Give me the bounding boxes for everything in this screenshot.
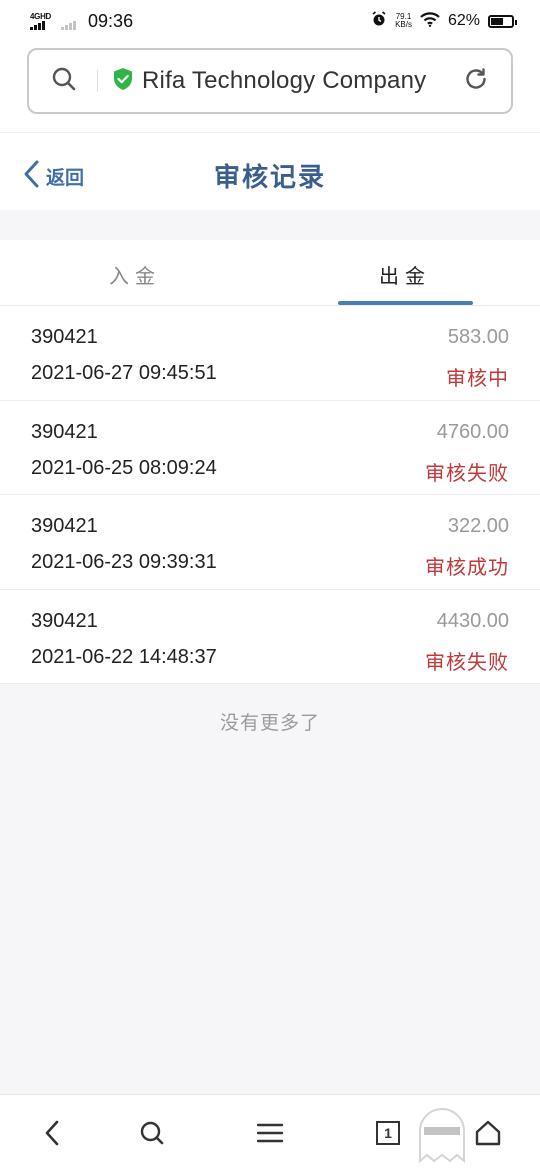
speed-unit: KB/s — [395, 20, 412, 29]
net-speed: 79.1 KB/s — [395, 13, 412, 29]
browser-bottom-nav: 1 — [0, 1094, 540, 1170]
alarm-icon — [371, 10, 387, 32]
back-icon[interactable] — [34, 1115, 70, 1151]
datetime: 2021-06-27 09:45:51 — [31, 362, 217, 384]
tab-deposit[interactable]: 入金 — [0, 240, 270, 305]
amount: 583.00 — [447, 326, 509, 348]
wifi-icon — [420, 11, 440, 32]
datetime: 2021-06-22 14:48:37 — [31, 645, 217, 668]
amount: 4760.00 — [436, 420, 509, 443]
status-label: 审核失败 — [425, 462, 509, 485]
status-label: 审核成功 — [425, 557, 509, 579]
list-end-message: 没有更多了 — [219, 713, 320, 734]
tab-withdraw[interactable]: 出金 — [270, 240, 540, 305]
list-item[interactable]: 390421 322.00 2021-06-23 09:39:31 审核成功 — [0, 495, 540, 590]
signal-4g-icon: 4GHD — [30, 11, 52, 30]
datetime: 2021-06-25 08:09:24 — [31, 456, 217, 479]
search-icon[interactable] — [134, 1115, 170, 1151]
divider — [97, 70, 98, 92]
status-bar: 4GHD 09:36 79.1 KB/s 62% — [0, 0, 540, 42]
account-number: 390421 — [31, 609, 98, 632]
signal-sim2-icon — [61, 20, 77, 30]
account-number: 390421 — [31, 515, 98, 537]
status-label: 审核失败 — [425, 651, 509, 674]
url-text[interactable]: Rifa Technology Company — [142, 67, 449, 95]
address-bar[interactable]: Rifa Technology Company — [27, 48, 513, 114]
clock: 09:36 — [88, 10, 134, 31]
tabs-icon[interactable]: 1 — [370, 1115, 406, 1151]
amount: 4430.00 — [436, 609, 509, 632]
status-label: 审核中 — [446, 368, 509, 390]
amount: 322.00 — [447, 515, 509, 537]
tab-bar: 入金 出金 — [0, 240, 540, 306]
list-item[interactable]: 390421 583.00 2021-06-27 09:45:51 审核中 — [0, 306, 540, 401]
tab-count: 1 — [376, 1121, 400, 1145]
home-icon[interactable] — [470, 1115, 506, 1151]
reload-icon[interactable] — [463, 66, 489, 97]
datetime: 2021-06-23 09:39:31 — [31, 551, 217, 573]
account-number: 390421 — [31, 420, 98, 443]
secure-shield-icon — [112, 67, 134, 96]
search-icon[interactable] — [51, 66, 77, 97]
menu-icon[interactable] — [252, 1115, 288, 1151]
account-number: 390421 — [31, 326, 98, 348]
browser-toolbar: Rifa Technology Company — [0, 42, 540, 132]
network-type: 4GHD — [30, 11, 52, 21]
page-title: 审核记录 — [213, 162, 326, 192]
list-item[interactable]: 390421 4760.00 2021-06-25 08:09:24 审核失败 — [0, 401, 540, 495]
active-tab-indicator — [338, 301, 473, 305]
list-item[interactable]: 390421 4430.00 2021-06-22 14:48:37 审核失败 — [0, 590, 540, 684]
ghost-mascot-icon — [412, 1105, 472, 1165]
battery-percent: 62% — [447, 12, 480, 29]
record-list: 390421 583.00 2021-06-27 09:45:51 审核中 39… — [0, 306, 540, 684]
battery-icon — [488, 14, 517, 28]
page-header: 返回 审核记录 — [0, 132, 540, 210]
